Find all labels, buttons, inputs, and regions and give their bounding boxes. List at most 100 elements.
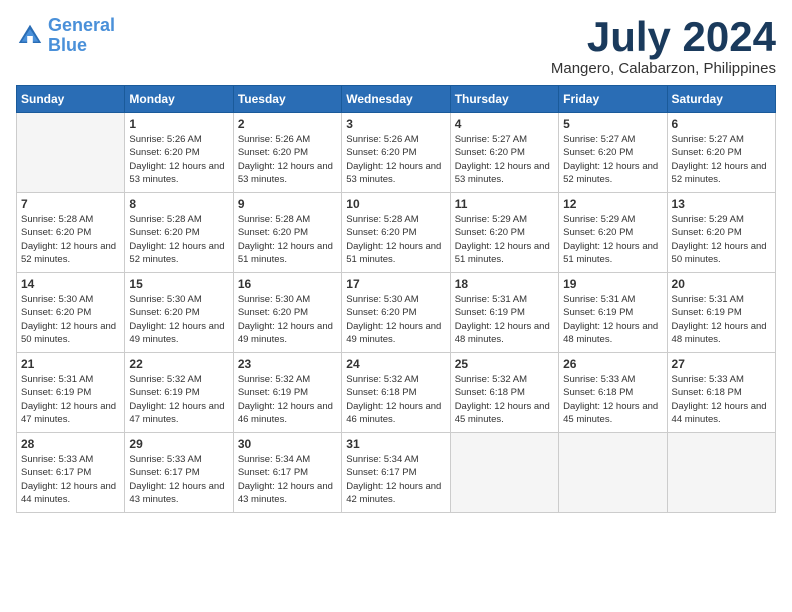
day-number: 29 <box>129 437 228 451</box>
day-number: 18 <box>455 277 554 291</box>
day-info: Sunrise: 5:28 AMSunset: 6:20 PMDaylight:… <box>21 213 120 266</box>
day-info: Sunrise: 5:27 AMSunset: 6:20 PMDaylight:… <box>672 133 771 186</box>
day-number: 13 <box>672 197 771 211</box>
page-header: General Blue July 2024 Mangero, Calabarz… <box>16 16 776 77</box>
logo: General Blue <box>16 16 115 56</box>
day-number: 16 <box>238 277 337 291</box>
day-number: 6 <box>672 117 771 131</box>
calendar-cell: 23 Sunrise: 5:32 AMSunset: 6:19 PMDayligh… <box>233 353 341 433</box>
calendar-cell: 20 Sunrise: 5:31 AMSunset: 6:19 PMDayligh… <box>667 273 775 353</box>
calendar-cell: 13 Sunrise: 5:29 AMSunset: 6:20 PMDayligh… <box>667 193 775 273</box>
day-info: Sunrise: 5:28 AMSunset: 6:20 PMDaylight:… <box>129 213 228 266</box>
day-number: 24 <box>346 357 445 371</box>
day-number: 9 <box>238 197 337 211</box>
calendar-cell: 22Sunrise: 5:32 AMSunset: 6:19 PMDayligh… <box>125 353 233 433</box>
day-info: Sunrise: 5:29 AMSunset: 6:20 PMDaylight:… <box>455 213 554 266</box>
day-of-week-header: Thursday <box>450 86 558 113</box>
calendar-cell: 18 Sunrise: 5:31 AMSunset: 6:19 PMDayligh… <box>450 273 558 353</box>
day-of-week-header: Saturday <box>667 86 775 113</box>
day-number: 25 <box>455 357 554 371</box>
day-info: Sunrise: 5:28 AMSunset: 6:20 PMDaylight:… <box>346 213 445 266</box>
day-number: 17 <box>346 277 445 291</box>
day-number: 14 <box>21 277 120 291</box>
calendar-cell: 14 Sunrise: 5:30 AMSunset: 6:20 PMDayligh… <box>17 273 125 353</box>
day-number: 2 <box>238 117 337 131</box>
day-info: Sunrise: 5:32 AMSunset: 6:18 PMDaylight:… <box>455 373 554 426</box>
calendar-cell <box>667 433 775 513</box>
day-of-week-header: Monday <box>125 86 233 113</box>
calendar-cell: 7 Sunrise: 5:28 AMSunset: 6:20 PMDaylight… <box>17 193 125 273</box>
calendar-cell: 28 Sunrise: 5:33 AMSunset: 6:17 PMDayligh… <box>17 433 125 513</box>
calendar-cell: 30Sunrise: 5:34 AMSunset: 6:17 PMDayligh… <box>233 433 341 513</box>
calendar-cell: 8 Sunrise: 5:28 AMSunset: 6:20 PMDaylight… <box>125 193 233 273</box>
calendar-cell: 6 Sunrise: 5:27 AMSunset: 6:20 PMDaylight… <box>667 113 775 193</box>
day-info: Sunrise: 5:34 AMSunset: 6:17 PMDaylight:… <box>346 453 445 506</box>
day-number: 3 <box>346 117 445 131</box>
day-number: 15 <box>129 277 228 291</box>
day-info: Sunrise: 5:33 AMSunset: 6:17 PMDaylight:… <box>21 453 120 506</box>
day-info: Sunrise: 5:33 AMSunset: 6:18 PMDaylight:… <box>563 373 662 426</box>
logo-text: General Blue <box>48 16 115 56</box>
day-info: Sunrise: 5:29 AMSunset: 6:20 PMDaylight:… <box>563 213 662 266</box>
calendar-week-row: 7 Sunrise: 5:28 AMSunset: 6:20 PMDaylight… <box>17 193 776 273</box>
day-number: 11 <box>455 197 554 211</box>
day-info: Sunrise: 5:26 AMSunset: 6:20 PMDaylight:… <box>238 133 337 186</box>
day-number: 27 <box>672 357 771 371</box>
day-number: 28 <box>21 437 120 451</box>
day-number: 12 <box>563 197 662 211</box>
day-info: Sunrise: 5:30 AMSunset: 6:20 PMDaylight:… <box>129 293 228 346</box>
calendar-table: SundayMondayTuesdayWednesdayThursdayFrid… <box>16 85 776 513</box>
day-info: Sunrise: 5:31 AMSunset: 6:19 PMDaylight:… <box>455 293 554 346</box>
day-number: 7 <box>21 197 120 211</box>
calendar-cell: 12 Sunrise: 5:29 AMSunset: 6:20 PMDayligh… <box>559 193 667 273</box>
day-number: 10 <box>346 197 445 211</box>
calendar-week-row: 14 Sunrise: 5:30 AMSunset: 6:20 PMDayligh… <box>17 273 776 353</box>
day-number: 22 <box>129 357 228 371</box>
day-info: Sunrise: 5:27 AMSunset: 6:20 PMDaylight:… <box>455 133 554 186</box>
calendar-cell: 2 Sunrise: 5:26 AMSunset: 6:20 PMDaylight… <box>233 113 341 193</box>
logo-icon <box>16 22 44 50</box>
day-info: Sunrise: 5:30 AMSunset: 6:20 PMDaylight:… <box>21 293 120 346</box>
month-title: July 2024 <box>551 16 776 58</box>
day-number: 26 <box>563 357 662 371</box>
day-number: 8 <box>129 197 228 211</box>
day-info: Sunrise: 5:27 AMSunset: 6:20 PMDaylight:… <box>563 133 662 186</box>
day-info: Sunrise: 5:31 AMSunset: 6:19 PMDaylight:… <box>21 373 120 426</box>
day-info: Sunrise: 5:31 AMSunset: 6:19 PMDaylight:… <box>672 293 771 346</box>
location: Mangero, Calabarzon, Philippines <box>551 60 776 77</box>
calendar-cell: 5 Sunrise: 5:27 AMSunset: 6:20 PMDaylight… <box>559 113 667 193</box>
day-number: 5 <box>563 117 662 131</box>
calendar-cell: 19Sunrise: 5:31 AMSunset: 6:19 PMDayligh… <box>559 273 667 353</box>
day-info: Sunrise: 5:33 AMSunset: 6:18 PMDaylight:… <box>672 373 771 426</box>
calendar-cell: 31Sunrise: 5:34 AMSunset: 6:17 PMDayligh… <box>342 433 450 513</box>
calendar-cell: 11 Sunrise: 5:29 AMSunset: 6:20 PMDayligh… <box>450 193 558 273</box>
day-of-week-header: Wednesday <box>342 86 450 113</box>
day-info: Sunrise: 5:30 AMSunset: 6:20 PMDaylight:… <box>346 293 445 346</box>
calendar-cell: 3 Sunrise: 5:26 AMSunset: 6:20 PMDaylight… <box>342 113 450 193</box>
day-number: 23 <box>238 357 337 371</box>
day-info: Sunrise: 5:28 AMSunset: 6:20 PMDaylight:… <box>238 213 337 266</box>
calendar-cell: 15 Sunrise: 5:30 AMSunset: 6:20 PMDayligh… <box>125 273 233 353</box>
day-info: Sunrise: 5:26 AMSunset: 6:20 PMDaylight:… <box>346 133 445 186</box>
day-number: 30 <box>238 437 337 451</box>
calendar-cell: 17 Sunrise: 5:30 AMSunset: 6:20 PMDayligh… <box>342 273 450 353</box>
calendar-week-row: 1 Sunrise: 5:26 AMSunset: 6:20 PMDaylight… <box>17 113 776 193</box>
calendar-cell: 29 Sunrise: 5:33 AMSunset: 6:17 PMDayligh… <box>125 433 233 513</box>
day-of-week-header: Tuesday <box>233 86 341 113</box>
day-info: Sunrise: 5:32 AMSunset: 6:19 PMDaylight:… <box>238 373 337 426</box>
calendar-cell: 27 Sunrise: 5:33 AMSunset: 6:18 PMDayligh… <box>667 353 775 433</box>
calendar-week-row: 28 Sunrise: 5:33 AMSunset: 6:17 PMDayligh… <box>17 433 776 513</box>
day-of-week-header: Friday <box>559 86 667 113</box>
day-info: Sunrise: 5:33 AMSunset: 6:17 PMDaylight:… <box>129 453 228 506</box>
calendar-cell: 9 Sunrise: 5:28 AMSunset: 6:20 PMDaylight… <box>233 193 341 273</box>
day-info: Sunrise: 5:32 AMSunset: 6:18 PMDaylight:… <box>346 373 445 426</box>
day-number: 20 <box>672 277 771 291</box>
calendar-header-row: SundayMondayTuesdayWednesdayThursdayFrid… <box>17 86 776 113</box>
calendar-cell: 25 Sunrise: 5:32 AMSunset: 6:18 PMDayligh… <box>450 353 558 433</box>
title-block: July 2024 Mangero, Calabarzon, Philippin… <box>551 16 776 77</box>
day-of-week-header: Sunday <box>17 86 125 113</box>
day-info: Sunrise: 5:30 AMSunset: 6:20 PMDaylight:… <box>238 293 337 346</box>
calendar-cell: 26 Sunrise: 5:33 AMSunset: 6:18 PMDayligh… <box>559 353 667 433</box>
day-info: Sunrise: 5:29 AMSunset: 6:20 PMDaylight:… <box>672 213 771 266</box>
day-number: 1 <box>129 117 228 131</box>
